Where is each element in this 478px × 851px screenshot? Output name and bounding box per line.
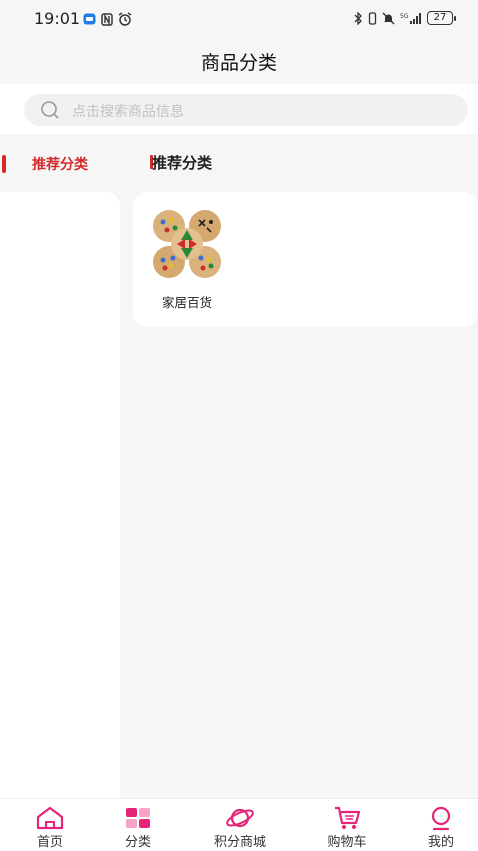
vibrate-icon [368, 11, 377, 25]
chinese-checkers-board-image [153, 210, 221, 278]
subcategory-card: 家居百货 [133, 192, 478, 327]
subcategory-name: 家居百货 [161, 295, 212, 310]
nfc-icon [101, 12, 113, 26]
profile-icon [431, 806, 451, 831]
page-header: 商品分类 [0, 38, 478, 84]
bluetooth-icon [354, 11, 362, 25]
sidebar-item-label: 推荐分类 [32, 157, 88, 173]
section-title: 推荐分类 [152, 154, 213, 172]
search-placeholder: 点击搜索商品信息 [72, 104, 184, 120]
cart-icon [335, 806, 361, 829]
tab-home[interactable]: 首页 [10, 799, 90, 851]
message-icon [83, 13, 96, 25]
tab-label: 我的 [427, 835, 454, 850]
sidebar-panel [0, 192, 120, 798]
home-icon [36, 806, 64, 830]
mute-icon [382, 12, 395, 24]
tab-label: 积分商城 [213, 835, 266, 850]
category-content: 推荐分类 家居百货 [122, 134, 478, 798]
tab-label: 购物车 [327, 835, 367, 850]
planet-icon [226, 808, 254, 828]
category-icon [126, 808, 150, 828]
tab-profile[interactable]: 我的 [401, 799, 478, 851]
selected-indicator [2, 155, 6, 173]
sidebar-item-recommended[interactable]: 推荐分类 [0, 142, 122, 184]
search-input[interactable]: 点击搜索商品信息 [24, 94, 468, 126]
tab-category[interactable]: 分类 [98, 799, 178, 851]
search-icon [41, 101, 59, 119]
tab-label: 分类 [124, 835, 151, 850]
search-area: 点击搜索商品信息 [0, 84, 478, 134]
category-sidebar: 推荐分类 [0, 134, 122, 798]
battery-level: 27 [427, 11, 453, 25]
status-bar: 19:01 5G 27 [0, 0, 478, 38]
svg-text:5G: 5G [400, 13, 409, 20]
status-time: 19:01 [34, 9, 81, 28]
tab-cart[interactable]: 购物车 [307, 799, 387, 851]
battery-icon: 27 [427, 11, 456, 25]
bottom-tab-bar: 首页 分类 积分商城 购物车 我的 [0, 798, 478, 851]
alarm-icon [118, 12, 132, 26]
tab-points-mall[interactable]: 积分商城 [200, 799, 280, 851]
page-title: 商品分类 [200, 52, 277, 74]
subcategory-item[interactable]: 家居百货 [151, 208, 223, 311]
signal-5g-icon: 5G [400, 12, 421, 24]
tab-label: 首页 [36, 835, 63, 850]
